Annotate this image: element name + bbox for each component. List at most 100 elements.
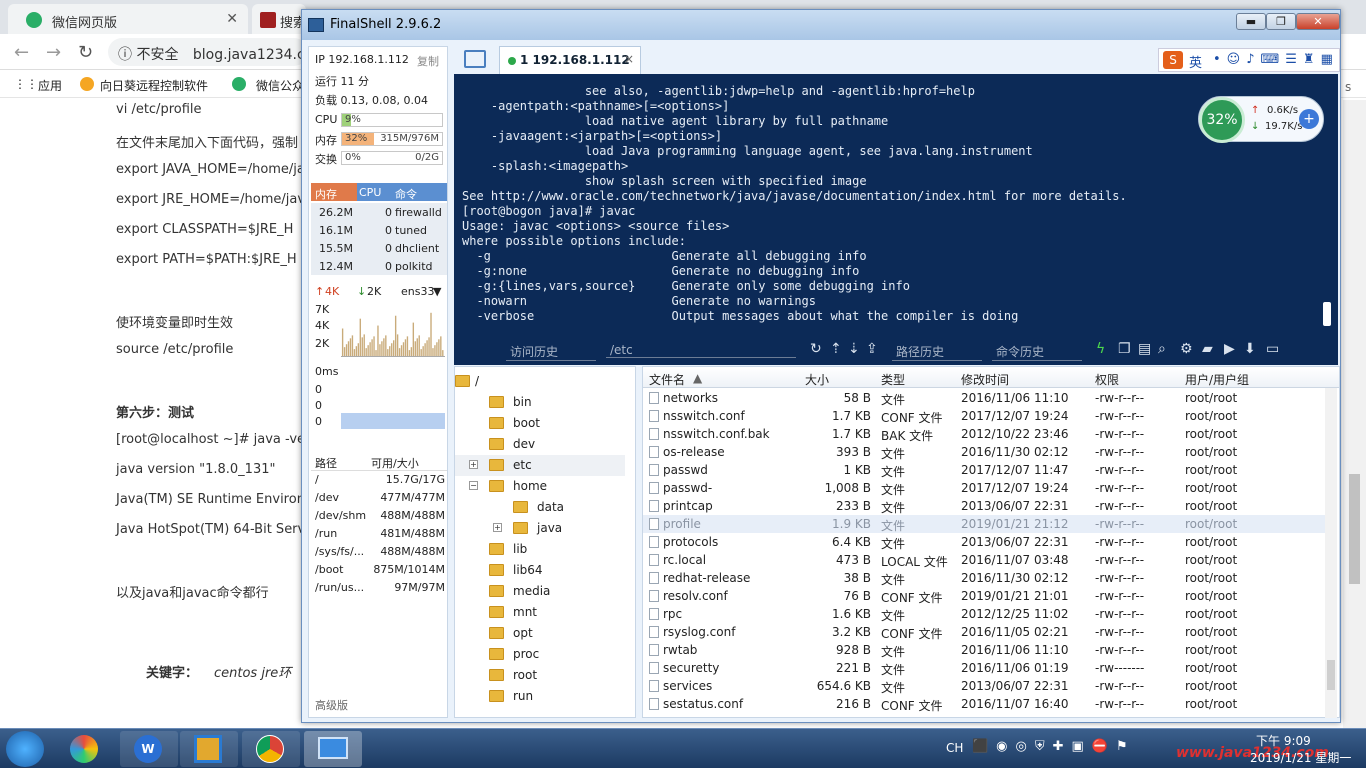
process-row[interactable]: 26.2M 0 firewalld xyxy=(311,203,447,221)
start-button[interactable] xyxy=(6,731,44,767)
file-row[interactable]: securetty 221 B 文件 2016/11/06 01:19 -rw-----… xyxy=(643,659,1325,677)
tree-node[interactable]: lib64 xyxy=(455,560,625,581)
bookmark-apps[interactable]: 应用 xyxy=(38,77,62,94)
tree-node[interactable]: + java xyxy=(455,518,625,539)
col-size[interactable]: 大小 xyxy=(805,371,829,388)
bookmark-wechat[interactable]: 微信公众 xyxy=(256,77,304,94)
file-row[interactable]: os-release 393 B 文件 2016/11/30 02:12 -rw-r--… xyxy=(643,443,1325,461)
clock-time[interactable]: 下午 9:09 xyxy=(1256,732,1311,749)
tree-node[interactable]: − home xyxy=(455,476,625,497)
file-row[interactable]: nsswitch.conf 1.7 KB CONF 文件 2017/12/07 19:… xyxy=(643,407,1325,425)
col-type[interactable]: 类型 xyxy=(881,371,905,388)
expand-icon[interactable]: + xyxy=(469,460,478,469)
tree-node[interactable]: mnt xyxy=(455,602,625,623)
file-row[interactable]: redhat-release 38 B 文件 2016/11/30 02:12 -rw-… xyxy=(643,569,1325,587)
forward-icon[interactable]: → xyxy=(46,42,61,63)
browser-tab-blog[interactable]: 搜索 xyxy=(252,4,306,34)
tree-node[interactable]: dev xyxy=(455,434,625,455)
tree-node[interactable]: lib xyxy=(455,539,625,560)
taskbar-app[interactable]: W xyxy=(120,731,178,767)
close-button[interactable]: ✕ xyxy=(1296,13,1340,30)
plus-icon[interactable]: + xyxy=(1299,109,1319,129)
process-row[interactable]: 16.1M 0 tuned xyxy=(311,221,447,239)
taskbar-app[interactable] xyxy=(242,731,300,767)
process-row[interactable]: 15.5M 0 dhclient xyxy=(311,239,447,257)
arrow-down-icon[interactable]: ⬇ xyxy=(1244,341,1256,357)
proc-col-mem[interactable]: 内存 xyxy=(311,183,357,201)
upload-file-icon[interactable]: ⇪ xyxy=(866,341,878,357)
file-list-scrollbar[interactable] xyxy=(1325,388,1337,718)
col-owner[interactable]: 用户/用户组 xyxy=(1185,371,1249,388)
col-mtime[interactable]: 修改时间 xyxy=(961,371,1009,388)
lang-indicator[interactable]: CH xyxy=(946,741,963,755)
tree-node[interactable]: / xyxy=(455,371,625,392)
tab-session-1[interactable]: 1 192.168.1.112 × xyxy=(499,46,641,74)
close-icon[interactable]: × xyxy=(624,52,634,66)
tree-node[interactable]: boot xyxy=(455,413,625,434)
tree-node[interactable]: proc xyxy=(455,644,625,665)
reload-icon[interactable]: ↻ xyxy=(78,42,93,63)
proc-col-cpu[interactable]: CPU xyxy=(359,186,381,199)
history-input[interactable]: 访问历史 xyxy=(506,343,596,361)
copy-ip-button[interactable]: 复制 xyxy=(417,53,439,69)
file-row[interactable]: rpc 1.6 KB 文件 2012/12/25 11:02 -rw-r--r-- roo… xyxy=(643,605,1325,623)
file-row[interactable]: printcap 233 B 文件 2013/06/07 22:31 -rw-r--r-… xyxy=(643,497,1325,515)
file-row[interactable]: resolv.conf 76 B CONF 文件 2019/01/21 21:01 -r… xyxy=(643,587,1325,605)
process-row[interactable]: 12.4M 0 polkitd xyxy=(311,257,447,275)
upload-icon[interactable]: ⇡ xyxy=(830,341,842,357)
terminal-scroll-thumb[interactable] xyxy=(1323,302,1331,326)
command-history-input[interactable]: 命令历史 xyxy=(992,343,1082,361)
file-row[interactable]: rc.local 473 B LOCAL 文件 2016/11/07 03:48 -rw… xyxy=(643,551,1325,569)
ime-toolbar[interactable]: S 英 •☺♪⌨☰♜▦ xyxy=(1158,48,1340,72)
lightning-icon[interactable]: ϟ xyxy=(1096,341,1105,357)
folder-open-icon[interactable] xyxy=(464,50,486,68)
close-icon[interactable]: ✕ xyxy=(226,11,238,27)
download-icon[interactable]: ⇣ xyxy=(848,341,860,357)
file-row[interactable]: passwd- 1,008 B 文件 2017/12/07 19:24 -rw-r--r… xyxy=(643,479,1325,497)
search-icon[interactable]: ⌕ xyxy=(1158,341,1166,357)
bookmark-sunlogin[interactable]: 向日葵远程控制软件 xyxy=(100,77,208,94)
tree-node[interactable]: media xyxy=(455,581,625,602)
tray-icons[interactable]: ⬛◉◎⛨✚▣⛔⚑ xyxy=(972,739,1136,754)
tree-node[interactable]: + etc xyxy=(455,455,625,476)
file-row[interactable]: profile 1.9 KB 文件 2019/01/21 21:12 -rw-r--r-… xyxy=(643,515,1325,533)
file-row[interactable]: rsyslog.conf 3.2 KB CONF 文件 2016/11/05 02:2… xyxy=(643,623,1325,641)
col-filename[interactable]: 文件名 xyxy=(649,371,685,388)
back-icon[interactable]: ← xyxy=(14,42,29,63)
copy-icon[interactable]: ❐ xyxy=(1118,341,1131,357)
play-icon[interactable]: ▶ xyxy=(1224,341,1235,357)
keywords[interactable]: centos jre环 xyxy=(214,662,291,681)
clock-date[interactable]: 2019/1/21 星期一 xyxy=(1250,749,1351,766)
window-icon[interactable]: ▭ xyxy=(1266,341,1279,357)
url-field[interactable]: ⓘ 不安全 blog.java1234.c xyxy=(108,38,308,66)
file-row[interactable]: networks 58 B 文件 2016/11/06 11:10 -rw-r--r--… xyxy=(643,389,1325,407)
page-scrollbar[interactable] xyxy=(1343,100,1366,728)
tree-node[interactable]: opt xyxy=(455,623,625,644)
file-row[interactable]: protocols 6.4 KB 文件 2013/06/07 22:31 -rw-r--… xyxy=(643,533,1325,551)
expand-icon[interactable]: + xyxy=(493,523,502,532)
file-row[interactable]: services 654.6 KB 文件 2013/06/07 22:31 -rw-r-… xyxy=(643,677,1325,695)
ime-tool-icons[interactable]: •☺♪⌨☰♜▦ xyxy=(1213,52,1339,67)
sort-asc-icon[interactable]: ▲ xyxy=(693,371,702,385)
minimize-button[interactable]: ▬ xyxy=(1236,13,1266,30)
proc-col-cmd[interactable]: 命令 xyxy=(395,186,417,202)
path-input[interactable]: /etc xyxy=(606,343,796,358)
file-row[interactable]: rwtab 928 B 文件 2016/11/06 11:10 -rw-r--r-- ro… xyxy=(643,641,1325,659)
apps-icon[interactable]: ⋮⋮ xyxy=(14,77,38,91)
refresh-icon[interactable]: ↻ xyxy=(810,341,822,357)
collapse-icon[interactable]: − xyxy=(469,481,478,490)
path-history-input[interactable]: 路径历史 xyxy=(892,343,982,361)
tree-node[interactable]: bin xyxy=(455,392,625,413)
tree-node[interactable]: run xyxy=(455,686,625,707)
title-bar[interactable]: FinalShell 2.9.6.2 ▬ ❐ ✕ xyxy=(302,10,1340,40)
iface-select[interactable]: ens33 xyxy=(401,285,434,298)
gear-icon[interactable]: ⚙ xyxy=(1180,341,1193,357)
scroll-thumb[interactable] xyxy=(1349,474,1360,584)
tree-node[interactable]: data xyxy=(455,497,625,518)
ime-lang-toggle[interactable]: 英 xyxy=(1189,52,1202,71)
scroll-thumb[interactable] xyxy=(1327,660,1335,690)
file-row[interactable]: nsswitch.conf.bak 1.7 KB BAK 文件 2012/10/22 … xyxy=(643,425,1325,443)
taskbar-app[interactable] xyxy=(304,731,362,767)
taskbar-app[interactable] xyxy=(56,731,114,767)
taskbar-app[interactable] xyxy=(180,731,238,767)
